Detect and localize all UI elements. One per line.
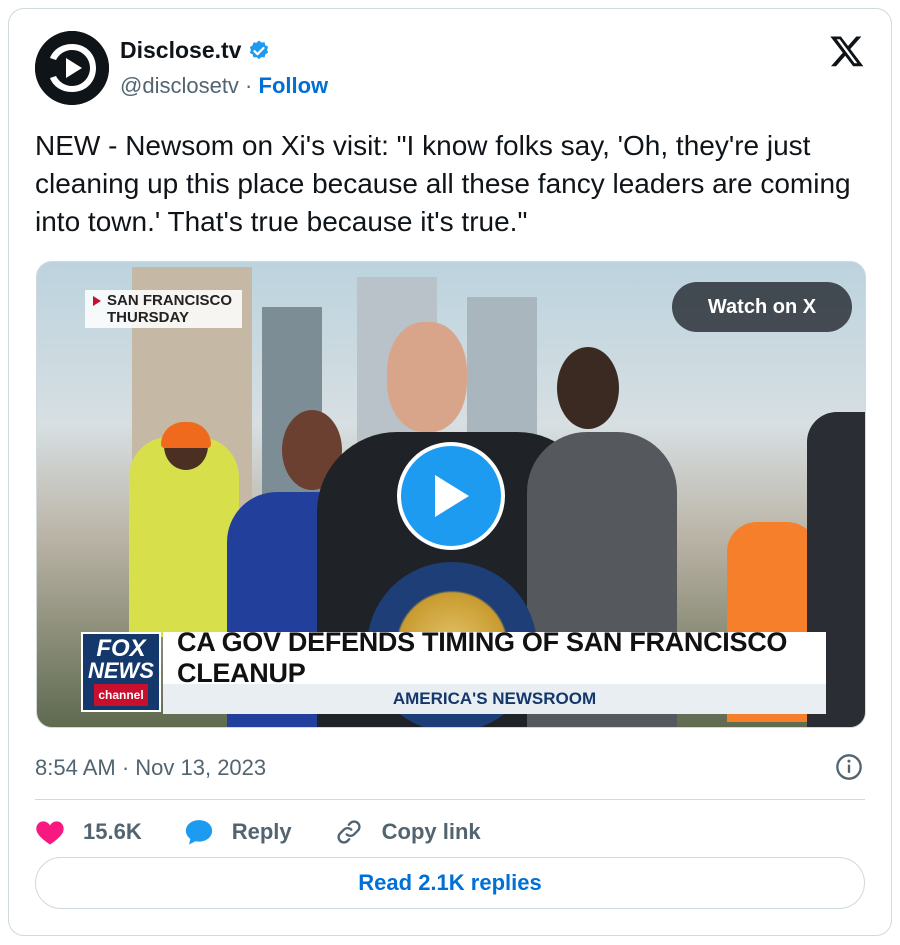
chyron-subtitle: AMERICA'S NEWSROOM bbox=[163, 684, 826, 714]
news-chyron: FOX NEWS channel CA GOV DEFENDS TIMING O… bbox=[81, 627, 826, 716]
man-grey-head bbox=[557, 347, 619, 429]
copy-link-label: Copy link bbox=[381, 819, 481, 844]
x-logo-icon[interactable] bbox=[829, 33, 865, 69]
reply-label: Reply bbox=[231, 819, 292, 844]
heart-icon bbox=[36, 821, 64, 845]
tweet-card: Disclose.tv @disclosetv · Follow NEW - N… bbox=[8, 8, 892, 936]
video-player[interactable]: SAN FRANCISCO THURSDAY Watch on X FOX NE… bbox=[36, 261, 866, 728]
fox-news-logo: FOX NEWS channel bbox=[81, 632, 161, 712]
author-handle[interactable]: @disclosetv bbox=[120, 73, 239, 99]
fox-logo-line-1: FOX bbox=[96, 635, 146, 662]
watch-on-x-button[interactable]: Watch on X bbox=[672, 282, 852, 332]
fox-logo-line-2: NEWS bbox=[88, 658, 154, 683]
fox-logo-line-3: channel bbox=[94, 684, 148, 706]
handle-row: @disclosetv · Follow bbox=[120, 73, 328, 99]
tweet-text: NEW - Newsom on Xi's visit: "I know folk… bbox=[35, 130, 851, 237]
chyron-headline: CA GOV DEFENDS TIMING OF SAN FRANCISCO C… bbox=[163, 627, 826, 688]
link-icon bbox=[337, 820, 361, 844]
tweet-timestamp[interactable]: 8:54 AM · Nov 13, 2023 bbox=[35, 755, 266, 781]
author-avatar[interactable] bbox=[35, 31, 109, 105]
disclose-logo-icon bbox=[35, 31, 109, 105]
reply-button[interactable]: Reply bbox=[184, 818, 292, 846]
copy-link-button[interactable]: Copy link bbox=[334, 818, 481, 846]
verified-badge-icon bbox=[250, 40, 269, 59]
author-name-row[interactable]: Disclose.tv bbox=[120, 37, 271, 64]
read-replies-button[interactable]: Read 2.1K replies bbox=[35, 857, 865, 909]
handle-separator: · bbox=[238, 73, 259, 98]
reply-bubble-icon bbox=[185, 820, 212, 845]
location-line-1: SAN FRANCISCO bbox=[107, 292, 233, 309]
action-bar: 15.6K Reply Copy link bbox=[35, 809, 523, 855]
divider bbox=[35, 799, 865, 800]
like-count: 15.6K bbox=[83, 819, 142, 844]
like-button[interactable]: 15.6K bbox=[35, 818, 142, 846]
info-icon[interactable] bbox=[835, 753, 863, 781]
location-line-2: THURSDAY bbox=[107, 309, 189, 326]
follow-button[interactable]: Follow bbox=[259, 73, 329, 99]
play-button[interactable] bbox=[397, 442, 505, 550]
author-display-name[interactable]: Disclose.tv bbox=[120, 37, 241, 64]
play-icon bbox=[435, 475, 469, 517]
speaker-head bbox=[387, 322, 467, 432]
location-tag: SAN FRANCISCO THURSDAY bbox=[85, 290, 243, 328]
